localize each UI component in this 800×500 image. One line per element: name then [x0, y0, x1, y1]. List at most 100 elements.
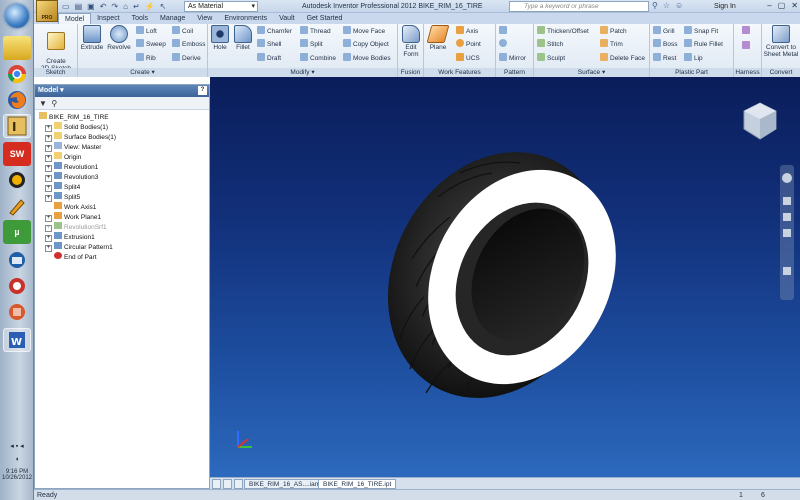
expand-icon[interactable]: +: [45, 125, 52, 132]
tree-node[interactable]: + Split5: [45, 192, 80, 202]
expand-icon[interactable]: +: [45, 175, 52, 182]
zoom-icon[interactable]: [783, 213, 791, 221]
navigation-bar[interactable]: [780, 165, 794, 300]
ccleaner-icon[interactable]: [3, 274, 31, 298]
move-face-button[interactable]: Move Face: [343, 26, 385, 36]
expand-icon[interactable]: +: [45, 135, 52, 142]
expand-icon[interactable]: +: [45, 155, 52, 162]
firefox-icon[interactable]: [3, 88, 31, 112]
documents-menu-icon[interactable]: [234, 479, 243, 489]
tree-node[interactable]: + Split4: [45, 182, 80, 192]
thunderbird-icon[interactable]: [3, 248, 31, 272]
search-input[interactable]: Type a keyword or phrase: [509, 1, 649, 12]
chrome-icon[interactable]: [3, 62, 31, 86]
find-icon[interactable]: ⚲: [51, 99, 57, 108]
panel-create-label[interactable]: Create ▾: [78, 68, 207, 77]
graphics-viewport[interactable]: [210, 77, 800, 477]
steering-wheel-icon[interactable]: [782, 173, 792, 183]
tree-node[interactable]: + Extrusion1: [45, 232, 95, 242]
cascade-icon[interactable]: [223, 479, 232, 489]
expand-icon[interactable]: +: [45, 215, 52, 222]
expand-icon[interactable]: +: [45, 165, 52, 172]
revolve-button[interactable]: Revolve: [106, 25, 132, 51]
game-icon[interactable]: [3, 168, 31, 192]
minimize-icon[interactable]: –: [767, 0, 771, 12]
tools-icon[interactable]: [3, 194, 31, 218]
select-icon[interactable]: ↖: [160, 2, 167, 11]
snap-fit-button[interactable]: Snap Fit: [684, 26, 718, 36]
tab-model[interactable]: Model: [58, 13, 92, 24]
tire-model[interactable]: [210, 77, 800, 477]
redo-icon[interactable]: ↷: [111, 2, 118, 11]
convert-to-sheet-metal-button[interactable]: Convert to Sheet Metal: [763, 25, 799, 58]
plane-button[interactable]: Plane: [426, 25, 450, 51]
trim-button[interactable]: Trim: [600, 39, 623, 49]
binoculars-icon[interactable]: ⚲: [652, 1, 658, 10]
tab-get-started[interactable]: Get Started: [301, 13, 349, 24]
clock-date[interactable]: 10/26/2012: [0, 475, 34, 481]
tab-inspect[interactable]: Inspect: [91, 13, 126, 24]
open-icon[interactable]: ▤: [75, 2, 83, 11]
mirror-button[interactable]: Mirror: [499, 53, 526, 63]
point-button[interactable]: Point: [456, 39, 481, 49]
tree-node[interactable]: Work Axis1: [45, 202, 96, 212]
draft-button[interactable]: Draft: [257, 53, 281, 63]
tree-node[interactable]: + View: Master: [45, 142, 101, 152]
close-icon[interactable]: ✕: [791, 0, 798, 12]
axis-button[interactable]: Axis: [456, 26, 478, 36]
lip-button[interactable]: Lip: [684, 53, 703, 63]
expand-icon[interactable]: +: [45, 245, 52, 252]
thicken-offset-button[interactable]: Thicken/Offset: [537, 26, 589, 36]
maximize-icon[interactable]: ▢: [778, 0, 786, 12]
solidworks-icon[interactable]: SW: [3, 142, 31, 166]
sculpt-button[interactable]: Sculpt: [537, 53, 565, 63]
tree-node[interactable]: + Revolution3: [45, 172, 98, 182]
start-button[interactable]: [5, 4, 29, 28]
application-menu-button[interactable]: PRO: [36, 0, 58, 22]
document-tab-assembly[interactable]: BIKE_RIM_16_AS....iam: [244, 479, 326, 489]
patch-button[interactable]: Patch: [600, 26, 627, 36]
expand-icon[interactable]: +: [45, 195, 52, 202]
tab-environments[interactable]: Environments: [218, 13, 273, 24]
harness-button-2[interactable]: [742, 41, 752, 51]
coil-button[interactable]: Coil: [172, 26, 193, 36]
sweep-button[interactable]: Sweep: [136, 39, 166, 49]
undo-icon[interactable]: ↶: [100, 2, 107, 11]
expand-icon[interactable]: +: [45, 185, 52, 192]
grill-button[interactable]: Grill: [653, 26, 675, 36]
stitch-button[interactable]: Stitch: [537, 39, 563, 49]
tab-manage[interactable]: Manage: [154, 13, 191, 24]
document-tab-tire[interactable]: BIKE_RIM_16_TIRE.ipt: [318, 479, 397, 489]
people-icon[interactable]: ☺: [675, 1, 683, 10]
combine-button[interactable]: Combine: [300, 53, 336, 63]
fillet-button[interactable]: Fillet: [232, 25, 254, 51]
tab-tools[interactable]: Tools: [126, 13, 154, 24]
filter-icon[interactable]: ▼: [39, 99, 47, 108]
browser-header[interactable]: Model ▾?: [35, 85, 209, 97]
tree-node[interactable]: End of Part: [45, 252, 97, 262]
sign-in-button[interactable]: Sign In: [714, 1, 736, 12]
explorer-icon[interactable]: [3, 36, 31, 60]
loft-button[interactable]: Loft: [136, 26, 157, 36]
emboss-button[interactable]: Emboss: [172, 39, 205, 49]
chamfer-button[interactable]: Chamfer: [257, 26, 292, 36]
rule-fillet-button[interactable]: Rule Fillet: [684, 39, 723, 49]
material-dropdown[interactable]: As Material: [184, 1, 258, 12]
tree-node[interactable]: + Work Plane1: [45, 212, 101, 222]
star-icon[interactable]: ☆: [663, 1, 670, 10]
tab-vault[interactable]: Vault: [273, 13, 300, 24]
harness-button-1[interactable]: [742, 26, 752, 36]
utorrent-icon[interactable]: µ: [3, 220, 31, 244]
help-icon[interactable]: ?: [198, 86, 207, 95]
extrude-button[interactable]: Extrude: [80, 25, 104, 51]
edit-form-button[interactable]: Edit Form: [400, 25, 422, 58]
viewcube[interactable]: [742, 101, 778, 141]
pan-icon[interactable]: [783, 197, 791, 205]
copy-object-button[interactable]: Copy Object: [343, 39, 389, 49]
tree-node[interactable]: + Surface Bodies(1): [45, 132, 116, 142]
tile-icon[interactable]: [212, 479, 221, 489]
rib-button[interactable]: Rib: [136, 53, 156, 63]
panel-surface-label[interactable]: Surface ▾: [534, 68, 649, 77]
return-icon[interactable]: ↵: [133, 2, 140, 11]
save-icon[interactable]: ▣: [87, 2, 95, 11]
